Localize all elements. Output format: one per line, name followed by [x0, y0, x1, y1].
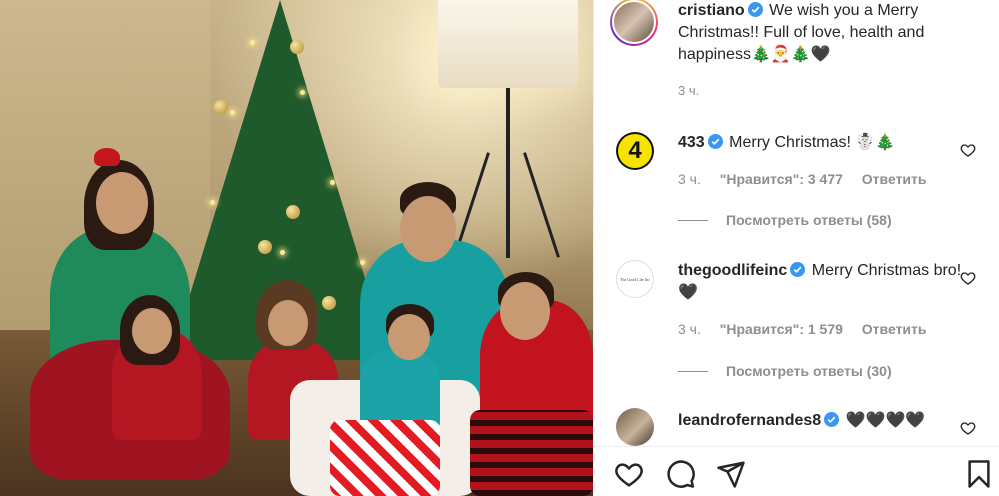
view-replies-label: Посмотреть ответы (30) — [726, 363, 892, 379]
reply-button[interactable]: Ответить — [862, 321, 927, 337]
comment-timestamp[interactable]: 3 ч. — [678, 171, 701, 187]
comment-heart-icon[interactable] — [960, 142, 976, 158]
comment-likes-count[interactable]: "Нравится": 3 477 — [720, 171, 843, 187]
divider-line — [678, 219, 708, 221]
divider-line — [678, 370, 708, 372]
comment-icon[interactable] — [666, 459, 696, 489]
view-replies-button[interactable]: Посмотреть ответы (30) — [678, 363, 892, 379]
face — [96, 172, 148, 234]
tree-light — [250, 40, 255, 45]
face — [388, 314, 430, 360]
tree-light — [300, 90, 305, 95]
tree-light — [210, 200, 215, 205]
tree-light — [280, 250, 285, 255]
floor-lamp-shade — [438, 0, 578, 88]
username-thegoodlifeinc[interactable]: thegoodlifeinc — [678, 262, 787, 279]
reply-button[interactable]: Ответить — [862, 171, 927, 187]
comment-thegoodlifeinc: thegoodlifeinc Merry Christmas bro! 🖤 — [678, 260, 968, 304]
heart-icon[interactable] — [614, 459, 644, 489]
comment-433: 433 Merry Christmas! ☃️🎄 — [678, 132, 968, 154]
avatar-cristiano[interactable] — [610, 0, 658, 46]
verified-badge-icon — [747, 2, 763, 17]
comments-panel: cristiano We wish you a Merry Christmas!… — [593, 0, 999, 496]
username-leandrofernandes8[interactable]: leandrofernandes8 — [678, 412, 821, 429]
share-icon[interactable] — [716, 459, 746, 489]
plaid-pants — [470, 410, 593, 496]
comment-likes-count[interactable]: "Нравится": 1 579 — [720, 321, 843, 337]
elf-hat — [94, 148, 120, 166]
face — [500, 282, 550, 340]
comment-leandrofernandes8: leandrofernandes8 🖤🖤🖤🖤 — [678, 410, 968, 432]
comment-heart-icon[interactable] — [960, 420, 976, 436]
verified-badge-icon — [824, 412, 840, 427]
comment-timestamp[interactable]: 3 ч. — [678, 321, 701, 337]
person-boy — [360, 350, 440, 430]
striped-pants — [330, 420, 440, 496]
tree-light — [230, 110, 235, 115]
comment-heart-icon[interactable] — [960, 270, 976, 286]
username-433[interactable]: 433 — [678, 134, 705, 151]
comments-scroll[interactable]: cristiano We wish you a Merry Christmas!… — [594, 0, 999, 446]
verified-badge-icon — [790, 262, 806, 277]
caption-timestamp[interactable]: 3 ч. — [678, 83, 699, 98]
avatar-433[interactable]: 4 — [616, 132, 654, 170]
floor-lamp-leg — [523, 152, 560, 258]
ornament — [258, 240, 272, 254]
ornament — [286, 205, 300, 219]
comment-meta: 3 ч. "Нравится": 1 579 Ответить — [678, 321, 942, 337]
comment-text: Merry Christmas! ☃️🎄 — [729, 134, 896, 151]
bookmark-icon[interactable] — [964, 459, 994, 489]
comment-text: 🖤🖤🖤🖤 — [845, 412, 926, 429]
ornament — [290, 40, 304, 54]
verified-badge-icon — [707, 134, 723, 149]
tree-light — [330, 180, 335, 185]
ornament — [214, 100, 228, 114]
avatar-logo-text: The Good Life Inc — [620, 276, 650, 282]
comment-meta: 3 ч. "Нравится": 3 477 Ответить — [678, 171, 942, 187]
face — [132, 308, 172, 354]
post-photo[interactable] — [0, 0, 593, 496]
ornament — [322, 296, 336, 310]
face — [400, 196, 456, 262]
post-caption: cristiano We wish you a Merry Christmas!… — [678, 0, 978, 66]
avatar-thegoodlifeinc[interactable]: The Good Life Inc — [616, 260, 654, 298]
view-replies-label: Посмотреть ответы (58) — [726, 212, 892, 228]
face — [268, 300, 308, 346]
floor-lamp-pole — [506, 88, 510, 258]
tree-light — [360, 260, 365, 265]
view-replies-button[interactable]: Посмотреть ответы (58) — [678, 212, 892, 228]
avatar-leandrofernandes8[interactable] — [616, 408, 654, 446]
username-cristiano[interactable]: cristiano — [678, 2, 745, 19]
post-actions-bar — [594, 446, 999, 496]
